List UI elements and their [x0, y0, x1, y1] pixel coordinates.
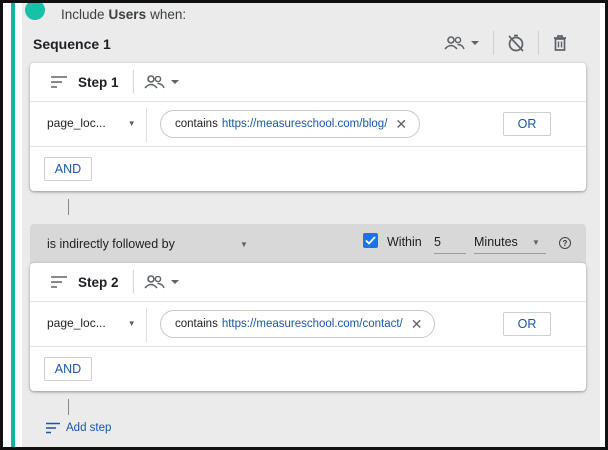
- sort-lines-icon: [46, 422, 60, 434]
- condition-chip[interactable]: contains https://measureschool.com/conta…: [160, 310, 436, 338]
- caret-down-icon: ▼: [240, 240, 248, 249]
- caret-down-icon: ▼: [127, 118, 136, 128]
- include-prefix: Include: [61, 6, 105, 22]
- sequence-relation-band: is indirectly followed by ▼ Within 5 Min…: [30, 224, 586, 264]
- close-icon[interactable]: ✕: [411, 316, 423, 333]
- row-divider: [146, 108, 147, 142]
- header-divider: [132, 270, 134, 294]
- users-scope-dropdown[interactable]: [444, 35, 481, 51]
- or-button[interactable]: OR: [503, 112, 551, 136]
- or-button[interactable]: OR: [503, 312, 551, 336]
- caret-down-icon: ▼: [532, 238, 540, 247]
- condition-value: https://measureschool.com/contact/: [221, 318, 403, 330]
- dimension-name: page_loc...: [47, 316, 106, 330]
- include-condition-row: Include Users when:: [25, 3, 187, 23]
- step-header: Step 2: [30, 263, 586, 302]
- condition-value: https://measureschool.com/blog/: [221, 118, 388, 130]
- group-indicator-bar: [11, 3, 15, 447]
- within-value-input[interactable]: 5: [434, 235, 466, 254]
- step-header: Step 1: [30, 63, 586, 102]
- chevron-down-icon: [170, 80, 179, 84]
- step-title: Step 2: [78, 274, 119, 290]
- people-icon: [143, 275, 165, 289]
- add-step-button[interactable]: Add step: [45, 422, 111, 434]
- check-icon: [365, 236, 376, 245]
- dimension-name: page_loc...: [47, 116, 106, 130]
- condition-chip[interactable]: contains https://measureschool.com/blog/…: [160, 110, 421, 138]
- row-divider: [146, 308, 147, 342]
- teal-circle-icon: [25, 3, 45, 20]
- sequence-toolbar: [444, 31, 569, 55]
- operator-text: contains: [175, 118, 218, 130]
- toolbar-divider: [493, 31, 494, 55]
- within-checkbox[interactable]: [363, 233, 378, 248]
- step-card-2: Step 2 page_loc... ▼ contains https://me…: [30, 263, 586, 391]
- operator-text: contains: [175, 318, 218, 330]
- step-connector-line: [68, 199, 69, 215]
- app-frame: Include Users when: Sequence 1 Step 1 pa…: [0, 0, 608, 450]
- include-suffix: when:: [150, 6, 187, 22]
- condition-row: page_loc... ▼ contains https://measuresc…: [30, 102, 586, 147]
- sequence-title: Sequence 1: [33, 36, 111, 52]
- and-button[interactable]: AND: [44, 357, 92, 381]
- toolbar-divider: [538, 31, 539, 55]
- dimension-select[interactable]: page_loc... ▼: [47, 116, 136, 130]
- close-icon[interactable]: ✕: [395, 116, 407, 133]
- trash-icon: [554, 35, 566, 51]
- relation-select[interactable]: is indirectly followed by: [47, 237, 175, 251]
- include-target: Users: [108, 6, 147, 22]
- caret-down-icon: ▼: [127, 318, 136, 328]
- step-scope-dropdown[interactable]: [143, 74, 181, 90]
- delete-sequence-button[interactable]: [551, 33, 569, 53]
- timer-off-icon: [508, 34, 524, 52]
- step-title: Step 1: [78, 74, 119, 90]
- chevron-down-icon: [471, 41, 479, 45]
- step-connector-line: [68, 399, 69, 415]
- sort-lines-icon: [51, 76, 67, 88]
- step-card-1: Step 1 page_loc... ▼ contains https://me…: [30, 63, 586, 191]
- sort-lines-icon: [51, 276, 67, 288]
- within-label: Within: [387, 235, 422, 249]
- header-divider: [132, 70, 134, 94]
- add-step-label: Add step: [66, 422, 112, 434]
- dimension-select[interactable]: page_loc... ▼: [47, 316, 136, 330]
- help-icon[interactable]: ?: [559, 237, 571, 249]
- people-icon: [143, 75, 165, 89]
- step-scope-dropdown[interactable]: [143, 274, 181, 290]
- and-button[interactable]: AND: [44, 157, 92, 181]
- chevron-down-icon: [170, 280, 179, 284]
- timer-off-button[interactable]: [506, 33, 526, 53]
- condition-row: page_loc... ▼ contains https://measuresc…: [30, 302, 586, 347]
- people-icon: [444, 36, 465, 50]
